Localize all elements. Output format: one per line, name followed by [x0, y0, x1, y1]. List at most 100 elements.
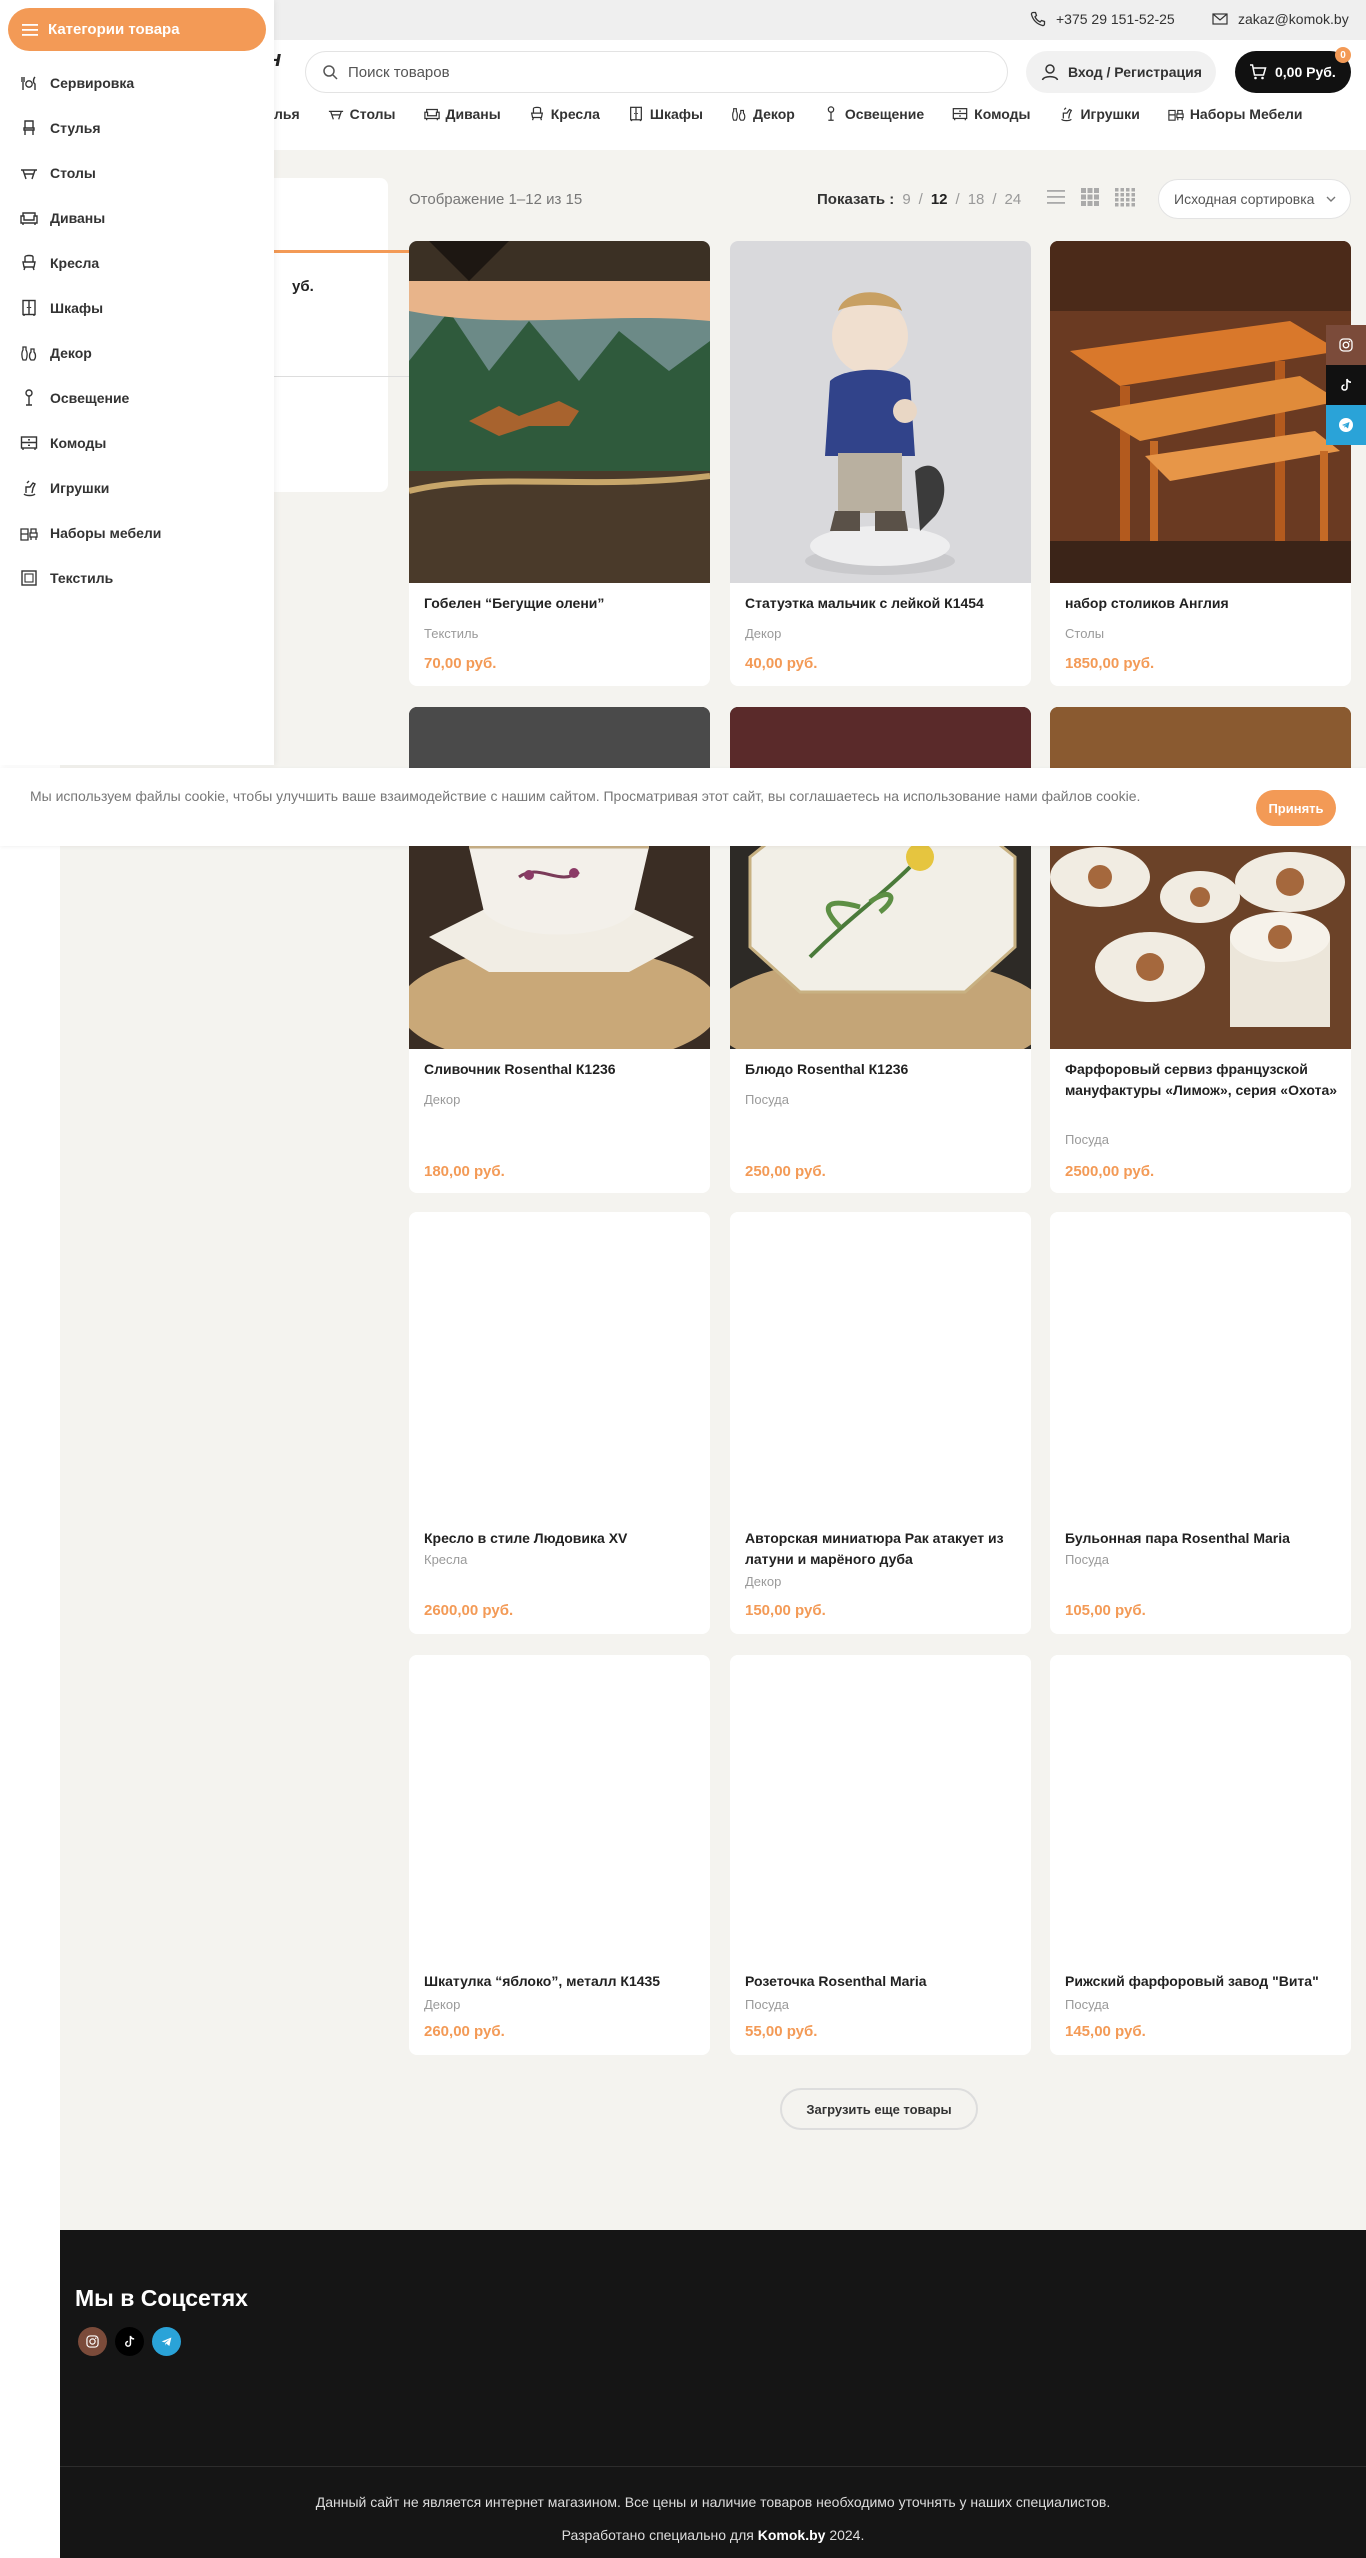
- product-category[interactable]: Посуда: [1065, 1997, 1109, 2012]
- category-drawer: Категории товара Сервировка Стулья Столы Ди…: [0, 0, 274, 765]
- footer-telegram-link[interactable]: [152, 2327, 181, 2356]
- product-image[interactable]: [730, 241, 1031, 583]
- drawer-category-item[interactable]: Столы: [0, 150, 274, 195]
- drawer-category-item[interactable]: Диваны: [0, 195, 274, 240]
- product-name[interactable]: Рижский фарфоровый завод "Вита": [1065, 1971, 1345, 1992]
- nav-category-item[interactable]: Шкафы: [628, 106, 703, 122]
- nav-category-item[interactable]: Диваны: [423, 106, 501, 122]
- email-link[interactable]: zakaz@komok.by: [1212, 11, 1349, 27]
- grid-3-view-icon[interactable]: [1080, 187, 1100, 207]
- sort-select[interactable]: Исходная сортировка: [1158, 179, 1351, 219]
- drawer-category-item[interactable]: Игрушки: [0, 465, 274, 510]
- product-card[interactable]: Статуэтка мальчик с лейкой К1454 Декор 40,…: [730, 241, 1031, 686]
- product-image[interactable]: [1050, 707, 1351, 1049]
- drawer-category-item[interactable]: Наборы мебели: [0, 510, 274, 555]
- product-card[interactable]: Розеточка Rosenthal Maria Посуда 55,00 руб…: [730, 1655, 1031, 2055]
- product-card[interactable]: Бульонная пара Rosenthal Maria Посуда 105,…: [1050, 1212, 1351, 1634]
- product-category[interactable]: Кресла: [424, 1552, 467, 1567]
- nav-category-item[interactable]: Освещение: [823, 106, 924, 122]
- product-category[interactable]: Декор: [745, 1574, 781, 1589]
- product-image[interactable]: [409, 241, 710, 583]
- product-card[interactable]: Шкатулка “яблоко”, металл К1435 Декор 260,…: [409, 1655, 710, 2055]
- login-button[interactable]: Вход / Регистрация: [1026, 51, 1216, 93]
- tiktok-link[interactable]: [1326, 365, 1366, 405]
- drawer-category-item[interactable]: Комоды: [0, 420, 274, 465]
- toy-horse-icon: [1061, 107, 1073, 122]
- product-image[interactable]: [1050, 1655, 1351, 1955]
- list-view-icon[interactable]: [1046, 187, 1066, 207]
- per-page-option[interactable]: 9: [902, 191, 910, 208]
- product-image[interactable]: [730, 707, 1031, 1049]
- instagram-link[interactable]: [1326, 325, 1366, 365]
- product-name[interactable]: Бульонная пара Rosenthal Maria: [1065, 1528, 1345, 1549]
- product-category[interactable]: Декор: [424, 1092, 460, 1107]
- product-category[interactable]: Декор: [424, 1997, 460, 2012]
- nav-category-item[interactable]: Столы: [328, 106, 396, 122]
- product-image[interactable]: [730, 1212, 1031, 1512]
- product-category[interactable]: Посуда: [1065, 1132, 1109, 1147]
- product-card[interactable]: набор столиков Англия Столы 1850,00 руб.: [1050, 241, 1351, 686]
- per-page-option[interactable]: 18: [968, 191, 985, 208]
- footer-developer-credit: Разработано специально для Komok.by 2024…: [60, 2527, 1366, 2543]
- telegram-link[interactable]: [1326, 405, 1366, 445]
- nav-category-item[interactable]: Декор: [731, 106, 795, 122]
- developer-brand-link[interactable]: Komok.by: [758, 2527, 826, 2543]
- product-name[interactable]: Блюдо Rosenthal К1236: [745, 1059, 1025, 1080]
- product-image[interactable]: [1050, 1212, 1351, 1512]
- product-category[interactable]: Посуда: [745, 1092, 789, 1107]
- nav-category-label: Игрушки: [1080, 106, 1140, 122]
- product-name[interactable]: Кресло в стиле Людовика XV: [424, 1528, 704, 1549]
- nav-category-item[interactable]: Кресла: [529, 106, 600, 122]
- nav-category-item[interactable]: Игрушки: [1058, 106, 1140, 122]
- nav-category-item[interactable]: лья: [274, 106, 300, 122]
- product-name[interactable]: Розеточка Rosenthal Maria: [745, 1971, 1025, 1992]
- search-bar[interactable]: [305, 51, 1008, 93]
- product-name[interactable]: Шкатулка “яблоко”, металл К1435: [424, 1971, 704, 1992]
- product-name[interactable]: Фарфоровый сервиз французской мануфактур…: [1065, 1059, 1345, 1101]
- product-image[interactable]: [1050, 241, 1351, 583]
- product-name[interactable]: Сливочник Rosenthal К1236: [424, 1059, 704, 1080]
- phone-link[interactable]: +375 29 151-52-25: [1030, 11, 1175, 27]
- result-count: Отображение 1–12 из 15: [409, 191, 583, 208]
- drawer-category-list: Сервировка Стулья Столы Диваны Кресла Шкафы Де…: [0, 60, 274, 600]
- product-card[interactable]: Гобелен “Бегущие олени” Текстиль 70,00 руб…: [409, 241, 710, 686]
- search-input[interactable]: [348, 63, 948, 81]
- product-name[interactable]: набор столиков Англия: [1065, 593, 1345, 614]
- drawer-category-item[interactable]: Кресла: [0, 240, 274, 285]
- per-page-option-selected[interactable]: 12: [931, 191, 948, 208]
- product-card[interactable]: Кресло в стиле Людовика XV Кресла 2600,00 …: [409, 1212, 710, 1634]
- per-page-option[interactable]: 24: [1005, 191, 1022, 208]
- product-category[interactable]: Посуда: [745, 1997, 789, 2012]
- drawer-category-item[interactable]: Сервировка: [0, 60, 274, 105]
- product-category[interactable]: Текстиль: [424, 626, 478, 641]
- product-name[interactable]: Авторская миниатюра Рак атакует из латун…: [745, 1528, 1025, 1570]
- product-image[interactable]: [409, 1212, 710, 1512]
- nav-category-item[interactable]: Комоды: [952, 106, 1030, 122]
- product-name[interactable]: Гобелен “Бегущие олени”: [424, 593, 704, 614]
- product-image[interactable]: [409, 1655, 710, 1955]
- drawer-category-item[interactable]: Освещение: [0, 375, 274, 420]
- cart-icon: [1250, 64, 1267, 80]
- product-category[interactable]: Столы: [1065, 626, 1104, 641]
- price-slider[interactable]: [270, 244, 432, 259]
- drawer-category-item[interactable]: Текстиль: [0, 555, 274, 600]
- cart-button[interactable]: 0,00 Руб. 0: [1235, 47, 1351, 93]
- drawer-category-item[interactable]: Стулья: [0, 105, 274, 150]
- product-image[interactable]: [730, 1655, 1031, 1955]
- product-category[interactable]: Посуда: [1065, 1552, 1109, 1567]
- product-name[interactable]: Статуэтка мальчик с лейкой К1454: [745, 593, 1025, 614]
- product-card[interactable]: Рижский фарфоровый завод "Вита" Посуда 145…: [1050, 1655, 1351, 2055]
- drawer-category-item[interactable]: Шкафы: [0, 285, 274, 330]
- product-card[interactable]: Авторская миниатюра Рак атакует из латун…: [730, 1212, 1031, 1634]
- product-image[interactable]: [409, 707, 710, 1049]
- drawer-category-item[interactable]: Декор: [0, 330, 274, 375]
- nav-category-item[interactable]: Наборы Мебели: [1168, 106, 1303, 122]
- chevron-down-icon: [1326, 196, 1336, 202]
- footer-instagram-link[interactable]: [78, 2327, 107, 2356]
- load-more-button[interactable]: Загрузить еще товары: [780, 2088, 978, 2130]
- footer-tiktok-link[interactable]: [115, 2327, 144, 2356]
- grid-4-view-icon[interactable]: [1114, 187, 1136, 207]
- product-category[interactable]: Декор: [745, 626, 781, 641]
- categories-toggle-button[interactable]: Категории товара: [8, 8, 266, 51]
- cookie-accept-button[interactable]: Принять: [1256, 790, 1336, 826]
